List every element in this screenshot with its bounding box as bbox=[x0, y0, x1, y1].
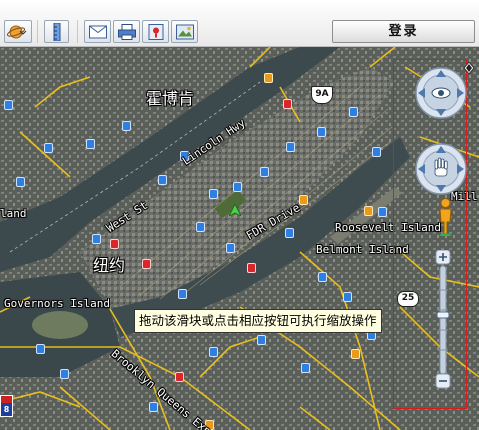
hand-icon bbox=[434, 157, 448, 177]
email-button[interactable] bbox=[84, 20, 111, 43]
poi-marker-orange[interactable] bbox=[364, 206, 373, 216]
look-control[interactable] bbox=[415, 67, 467, 119]
ruler-icon bbox=[53, 22, 60, 41]
poi-marker-red[interactable] bbox=[247, 263, 256, 273]
poi-marker[interactable] bbox=[4, 100, 13, 110]
image-button[interactable] bbox=[171, 20, 198, 43]
envelope-icon bbox=[88, 25, 107, 38]
poi-marker[interactable] bbox=[349, 107, 358, 117]
poi-marker[interactable] bbox=[60, 369, 69, 379]
move-control[interactable] bbox=[415, 143, 467, 195]
poi-marker[interactable] bbox=[86, 139, 95, 149]
label-huoboken: 霍博肯 bbox=[146, 89, 195, 108]
eye-icon bbox=[431, 87, 451, 99]
label-governors-island: Governors Island bbox=[4, 297, 110, 310]
poi-marker[interactable] bbox=[209, 347, 218, 357]
zoom-slider[interactable] bbox=[435, 250, 451, 390]
label-island-left: land bbox=[0, 207, 27, 220]
poi-marker[interactable] bbox=[318, 272, 327, 282]
planet-icon bbox=[7, 25, 27, 38]
poi-marker[interactable] bbox=[286, 142, 295, 152]
poi-marker[interactable] bbox=[178, 289, 187, 299]
toolbar: 登录 bbox=[0, 0, 479, 47]
login-button[interactable]: 登录 bbox=[332, 20, 475, 43]
printer-icon bbox=[117, 23, 136, 40]
location-arrow-icon[interactable] bbox=[229, 204, 241, 216]
print-button[interactable] bbox=[113, 20, 140, 43]
image-icon bbox=[175, 24, 194, 39]
poi-marker[interactable] bbox=[196, 222, 205, 232]
pegman-icon[interactable] bbox=[438, 198, 453, 236]
poi-marker[interactable] bbox=[226, 243, 235, 253]
poi-marker-red[interactable] bbox=[283, 99, 292, 109]
poi-marker[interactable] bbox=[260, 167, 269, 177]
poi-marker-red[interactable] bbox=[110, 239, 119, 249]
poi-marker[interactable] bbox=[301, 363, 310, 373]
interstate-shield: 8 bbox=[0, 395, 13, 417]
poi-marker[interactable] bbox=[317, 127, 326, 137]
poi-marker[interactable] bbox=[158, 175, 167, 185]
placemark-icon bbox=[148, 23, 163, 40]
poi-marker-orange[interactable] bbox=[299, 195, 308, 205]
poi-marker[interactable] bbox=[16, 177, 25, 187]
poi-marker[interactable] bbox=[343, 292, 352, 302]
poi-marker[interactable] bbox=[372, 147, 381, 157]
toolbar-separator bbox=[77, 20, 78, 43]
ruler-button[interactable] bbox=[44, 20, 69, 43]
poi-marker[interactable] bbox=[92, 234, 101, 244]
zoom-tooltip: 拖动该滑块或点击相应按钮可执行缩放操作 bbox=[134, 309, 382, 333]
poi-marker[interactable] bbox=[149, 402, 158, 412]
poi-marker[interactable] bbox=[285, 228, 294, 238]
label-niuyue: 纽约 bbox=[93, 256, 126, 275]
route-9a-shield: 9A bbox=[311, 86, 333, 104]
poi-marker[interactable] bbox=[36, 344, 45, 354]
poi-marker[interactable] bbox=[44, 143, 53, 153]
toolbar-separator bbox=[37, 20, 38, 43]
poi-marker[interactable] bbox=[378, 207, 387, 217]
poi-marker[interactable] bbox=[233, 182, 242, 192]
poi-marker[interactable] bbox=[257, 335, 266, 345]
zoom-thumb bbox=[436, 311, 450, 319]
poi-marker-orange[interactable] bbox=[264, 73, 273, 83]
poi-marker-red[interactable] bbox=[142, 259, 151, 269]
poi-marker-orange[interactable] bbox=[351, 349, 360, 359]
planet-menu-button[interactable] bbox=[4, 20, 32, 43]
poi-marker[interactable] bbox=[122, 121, 131, 131]
poi-marker[interactable] bbox=[209, 189, 218, 199]
placemark-button[interactable] bbox=[142, 20, 169, 43]
poi-marker-red[interactable] bbox=[175, 372, 184, 382]
satellite-map[interactable]: 霍博肯 纽约 Governors Island Roosevelt Island… bbox=[0, 47, 479, 430]
